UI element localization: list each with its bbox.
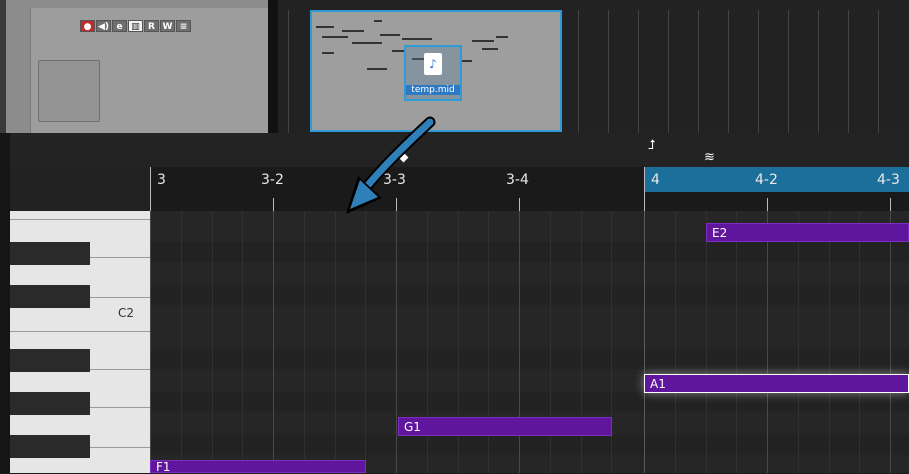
- dragged-file-name: temp.mid: [406, 85, 460, 95]
- drag-arrow-icon: [346, 116, 436, 214]
- ruler-label-4-2: 4-2: [755, 172, 778, 188]
- edit-button[interactable]: e: [112, 20, 127, 32]
- black-key[interactable]: [10, 349, 90, 372]
- black-key[interactable]: [10, 242, 90, 265]
- tempo-marker[interactable]: ≋: [704, 150, 715, 165]
- ruler-label-4: 4: [651, 172, 660, 188]
- key-label-c2: C2: [118, 306, 135, 320]
- left-edge: [0, 133, 10, 473]
- read-automation-button[interactable]: R: [144, 20, 159, 32]
- note-f1[interactable]: F1: [150, 460, 366, 474]
- note-a1[interactable]: A1: [644, 374, 909, 393]
- ruler-label-3-2: 3-2: [261, 172, 284, 188]
- track-divider: [268, 0, 278, 133]
- ruler-label-3-4: 3-4: [506, 172, 529, 188]
- monitor-button[interactable]: ◀): [96, 20, 111, 32]
- piano-roll-button[interactable]: ▥: [128, 20, 143, 32]
- track-menu-button[interactable]: ≡: [176, 20, 191, 32]
- record-button[interactable]: ●: [80, 20, 95, 32]
- midi-file-icon: ♪: [424, 53, 442, 75]
- dragged-file[interactable]: ♪ temp.mid: [404, 45, 462, 101]
- piano-keyboard[interactable]: C2: [10, 211, 150, 473]
- ruler-label-3: 3: [157, 172, 166, 188]
- note-g1[interactable]: G1: [398, 417, 612, 436]
- note-e2[interactable]: E2: [706, 223, 909, 242]
- instrument-slot[interactable]: [38, 60, 100, 122]
- ruler-label-4-3: 4-3: [877, 172, 900, 188]
- write-automation-button[interactable]: W: [160, 20, 175, 32]
- black-key[interactable]: [10, 435, 90, 458]
- playback-start-marker[interactable]: ⮥: [648, 138, 656, 153]
- black-key[interactable]: [10, 285, 90, 308]
- marker-strip[interactable]: [10, 133, 909, 167]
- black-key[interactable]: [10, 392, 90, 415]
- ruler-corner: [10, 167, 150, 211]
